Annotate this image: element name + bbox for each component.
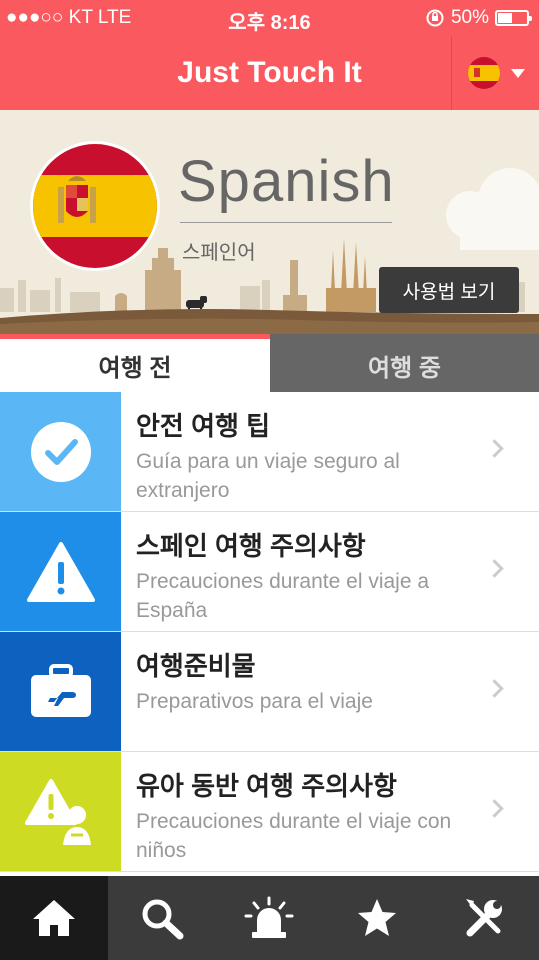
rotation-lock-icon xyxy=(426,9,444,27)
language-hero: Spanish 스페인어 사용법 보기 xyxy=(0,110,539,334)
nav-favorites[interactable] xyxy=(323,876,431,960)
howto-button[interactable]: 사용법 보기 xyxy=(379,267,519,313)
baby-warning-icon xyxy=(24,778,91,845)
language-name: Spanish xyxy=(178,149,395,214)
tab-before-trip[interactable]: 여행 전 xyxy=(0,334,270,392)
language-selector[interactable] xyxy=(451,36,539,110)
trip-tabs: 여행 전 여행 중 xyxy=(0,334,539,392)
item-icon-box xyxy=(0,392,121,511)
star-icon xyxy=(358,899,397,936)
list-item-safety-tips[interactable]: 안전 여행 팁 Guía para un viaje seguro al ext… xyxy=(0,392,539,512)
battery-icon xyxy=(495,10,532,26)
nav-home[interactable] xyxy=(0,876,108,960)
list-item-child-precautions[interactable]: 유아 동반 여행 주의사항 Precauciones durante el vi… xyxy=(0,752,539,872)
warning-icon xyxy=(26,541,95,602)
suitcase-plane-icon xyxy=(30,663,91,717)
item-title: 안전 여행 팁 xyxy=(136,411,271,441)
item-icon-box xyxy=(0,752,121,871)
item-icon-box xyxy=(0,512,121,631)
list-item-packing[interactable]: 여행준비물 Preparativos para el viaje xyxy=(0,632,539,752)
item-icon-box xyxy=(0,632,121,751)
check-circle-icon xyxy=(30,421,91,482)
item-subtitle: Precauciones durante el viaje a España xyxy=(136,570,430,622)
spain-flag-large-icon xyxy=(30,141,160,271)
item-title: 여행준비물 xyxy=(136,651,256,681)
item-title: 스페인 여행 주의사항 xyxy=(136,531,366,561)
item-subtitle: Guía para un viaje seguro al extranjero xyxy=(136,450,400,502)
battery-percent: 50% xyxy=(450,7,489,28)
bottom-nav xyxy=(0,876,539,960)
status-right: 50% xyxy=(425,7,532,29)
language-native-name: 스페인어 xyxy=(182,242,256,264)
siren-icon xyxy=(244,896,294,938)
home-icon xyxy=(32,900,75,936)
search-icon xyxy=(142,899,184,940)
tab-during-trip[interactable]: 여행 중 xyxy=(270,334,539,392)
status-bar: ●●●○○ KT LTE 오후 8:16 50% xyxy=(0,0,539,36)
item-title: 유아 동반 여행 주의사항 xyxy=(136,771,397,801)
menu-list: 안전 여행 팁 Guía para un viaje seguro al ext… xyxy=(0,392,539,872)
chevron-down-icon xyxy=(510,68,525,78)
tools-icon xyxy=(466,899,503,937)
list-item-spain-precautions[interactable]: 스페인 여행 주의사항 Precauciones durante el viaj… xyxy=(0,512,539,632)
spain-flag-icon xyxy=(467,57,500,89)
nav-search[interactable] xyxy=(108,876,216,960)
app-header: Just Touch It xyxy=(0,36,539,110)
item-subtitle: Precauciones durante el viaje con niños xyxy=(136,810,452,862)
nav-emergency[interactable] xyxy=(216,876,324,960)
item-subtitle: Preparativos para el viaje xyxy=(136,690,373,713)
nav-tools[interactable] xyxy=(431,876,539,960)
divider xyxy=(180,222,392,223)
